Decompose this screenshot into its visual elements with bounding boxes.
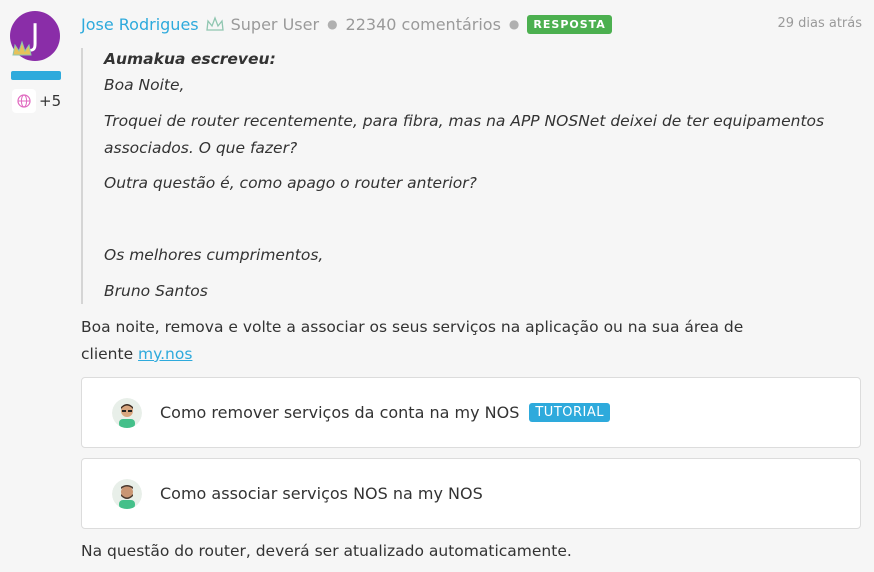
quote-line: Troquei de router recentemente, para fib… (104, 112, 825, 130)
quote-line: Boa Noite, (104, 76, 185, 94)
post-header: Jose Rodrigues Super User ● 22340 coment… (81, 12, 865, 36)
card-title: Como remover serviços da conta na my NOS (160, 403, 520, 422)
post-time[interactable]: 29 dias atrás (777, 16, 862, 31)
agent-avatar-icon (112, 397, 142, 428)
reply-text: Boa noite, remova e volte a associar os … (81, 314, 781, 368)
tutorial-card-remove[interactable]: Como remover serviços da conta na my NOS… (81, 377, 861, 448)
tutorial-badge: TUTORIAL (529, 403, 610, 422)
quote-line: associados. O que fazer? (104, 139, 298, 157)
card-title: Como associar serviços NOS na my NOS (160, 484, 483, 503)
my-nos-link[interactable]: my.nos (138, 345, 192, 363)
reply-line: cliente my.nos (81, 345, 193, 363)
user-role: Super User (230, 14, 320, 34)
badges[interactable]: +5 (12, 89, 61, 113)
comment-count: 22340 comentários (345, 14, 501, 34)
quote-line: Bruno Santos (104, 282, 208, 300)
quote-author: Aumakua escreveu: (104, 50, 276, 68)
quote-line: Outra questão é, como apago o router ant… (104, 174, 477, 192)
author-name[interactable]: Jose Rodrigues (81, 15, 199, 34)
globe-icon (12, 89, 36, 113)
badge-count: +5 (39, 92, 62, 110)
quoted-message: Aumakua escreveu: Boa Noite, Troquei de … (81, 48, 841, 304)
separator-dot: ● (327, 17, 338, 31)
separator-dot: ● (508, 17, 520, 31)
agent-avatar-icon (112, 478, 142, 509)
closing-text: Na questão do router, deverá ser atualiz… (81, 542, 572, 560)
answer-badge: RESPOSTA (527, 14, 612, 34)
rank-bar (11, 71, 61, 80)
reply-line: Boa noite, remova e volte a associar os … (81, 318, 744, 336)
crown-icon (205, 16, 224, 31)
crown-icon (12, 40, 32, 56)
tutorial-card-associate[interactable]: Como associar serviços NOS na my NOS (81, 458, 861, 529)
quote-line: Os melhores cumprimentos, (104, 246, 324, 264)
